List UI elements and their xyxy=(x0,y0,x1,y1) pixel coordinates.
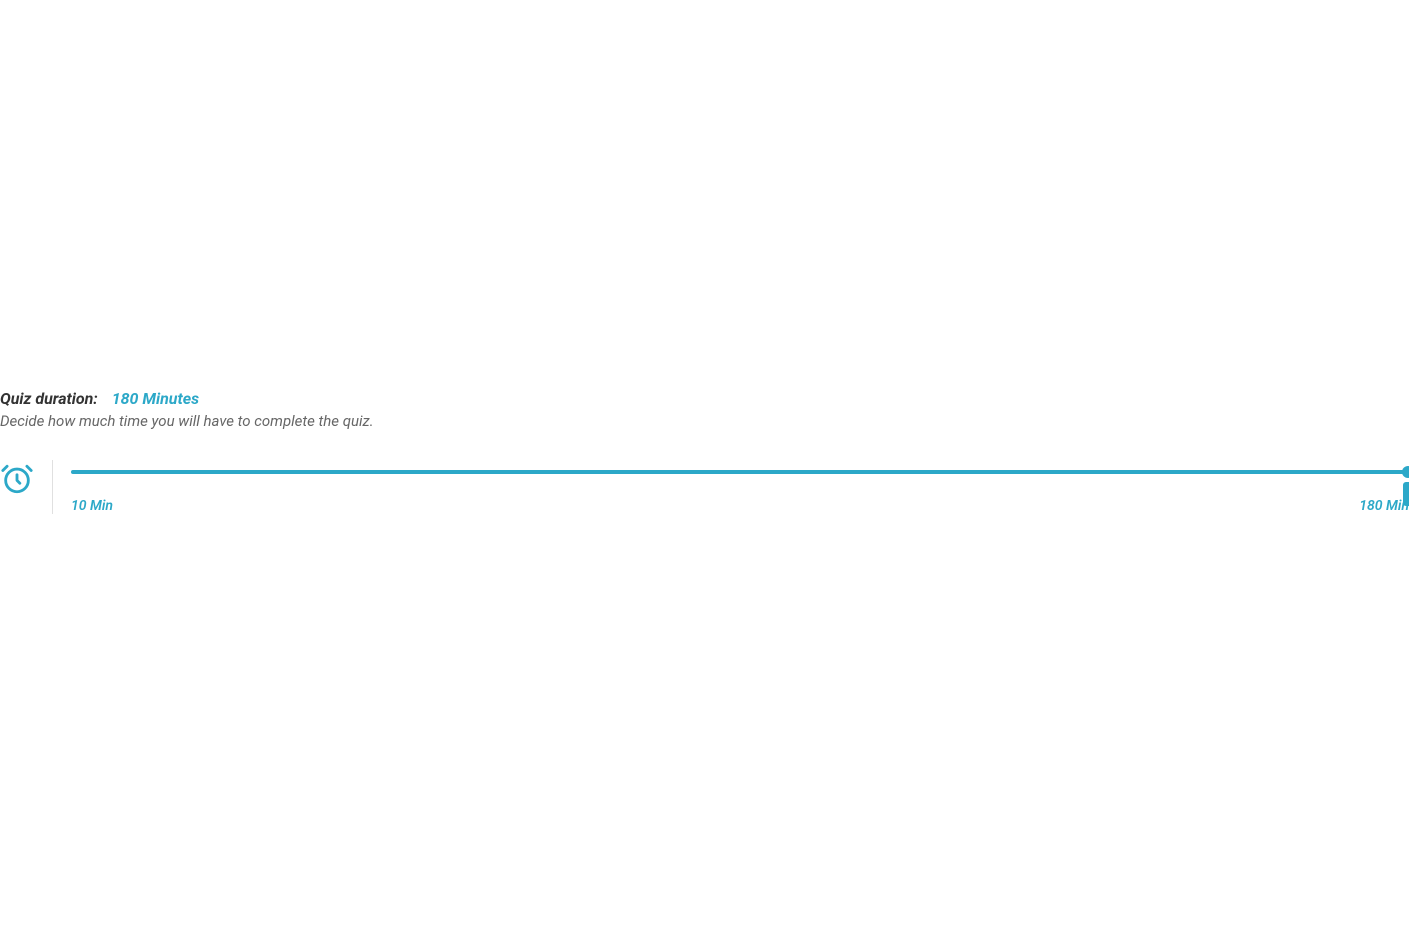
slider-thumb[interactable] xyxy=(1402,466,1409,478)
slider-max-label: 180 Min xyxy=(1359,498,1409,514)
alarm-clock-icon xyxy=(0,462,34,496)
duration-value: 180 Minutes xyxy=(112,389,199,408)
quiz-duration-section: Quiz duration: 180 Minutes Decide how mu… xyxy=(0,389,1409,514)
slider-handle-indicator[interactable] xyxy=(1403,482,1409,506)
duration-header: Quiz duration: 180 Minutes xyxy=(0,389,1409,408)
slider-min-label: 10 Min xyxy=(71,498,113,514)
duration-description: Decide how much time you will have to co… xyxy=(0,412,1409,430)
slider-row: 10 Min 180 Min xyxy=(0,460,1409,514)
slider-labels: 10 Min 180 Min xyxy=(71,498,1409,514)
duration-slider[interactable]: 10 Min 180 Min xyxy=(71,460,1409,514)
clock-icon-wrapper xyxy=(0,460,53,514)
duration-label: Quiz duration: xyxy=(0,389,98,408)
slider-track xyxy=(71,470,1409,474)
